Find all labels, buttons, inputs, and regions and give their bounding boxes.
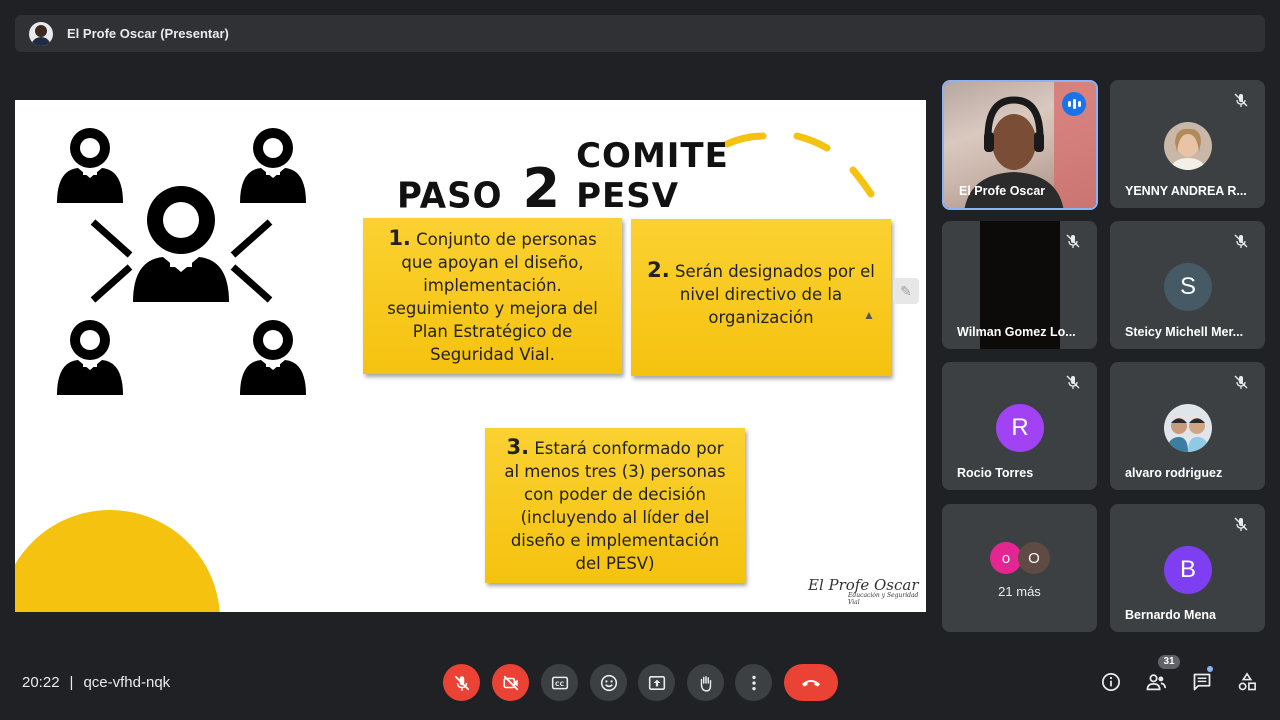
step-text: Serán designados por el nivel directivo … xyxy=(675,262,875,327)
participant-avatar: B xyxy=(1164,546,1212,594)
chat-button[interactable] xyxy=(1190,670,1214,694)
watermark-subtitle: Educación y Seguridad Vial xyxy=(848,592,919,606)
participant-tile[interactable]: R Rocio Torres xyxy=(942,362,1097,490)
mic-off-icon xyxy=(1234,93,1248,107)
presenter-title: El Profe Oscar (Presentar) xyxy=(67,26,229,41)
more-options-button[interactable] xyxy=(735,664,772,701)
participant-tile[interactable]: alvaro rodriguez xyxy=(1110,362,1265,490)
bottom-control-bar: 20:22 | qce-vfhd-nqk CC 31 xyxy=(0,655,1280,720)
reactions-button[interactable] xyxy=(590,664,627,701)
present-screen-button[interactable] xyxy=(638,664,675,701)
step-box-1: 1. Conjunto de personas que apoyan el di… xyxy=(363,218,622,374)
meeting-time: 20:22 xyxy=(22,674,60,691)
chat-icon xyxy=(1193,673,1211,691)
mic-toggle-button[interactable] xyxy=(443,664,480,701)
mic-off-icon xyxy=(1066,375,1080,389)
step-box-3: 3. Estará conformado por al menos tres (… xyxy=(485,428,745,583)
title-word-comite: COMITE PESV xyxy=(576,136,729,216)
watermark-logo: El Profe Oscar Educación y Seguridad Via… xyxy=(808,576,926,606)
participant-photo xyxy=(1164,404,1212,452)
info-icon xyxy=(1102,673,1120,691)
participant-name: Rocio Torres xyxy=(957,466,1034,480)
activities-button[interactable] xyxy=(1235,670,1259,694)
people-button[interactable] xyxy=(1144,670,1168,694)
raise-hand-button[interactable] xyxy=(687,664,724,701)
chat-notification-dot xyxy=(1207,666,1213,672)
more-vert-icon xyxy=(751,675,756,690)
participant-name: Steicy Michell Mer... xyxy=(1125,325,1244,339)
participant-tile[interactable]: B Bernardo Mena xyxy=(1110,504,1265,632)
people-icon xyxy=(1146,674,1167,691)
participant-name: El Profe Oscar xyxy=(959,184,1046,198)
people-count-badge: 31 xyxy=(1158,655,1180,669)
meeting-info: 20:22 | qce-vfhd-nqk xyxy=(22,674,170,691)
mic-off-icon xyxy=(454,675,469,691)
participant-tile[interactable]: Wilman Gomez Lo... xyxy=(942,221,1097,349)
participant-tile-active[interactable]: El Profe Oscar xyxy=(942,80,1098,210)
mic-off-icon xyxy=(1234,517,1248,531)
step-text: Conjunto de personas que apoyan el diseñ… xyxy=(387,229,598,364)
title-word-paso: PASO xyxy=(397,175,503,217)
more-participants-tile[interactable]: o O 21 más xyxy=(942,504,1097,632)
emoji-icon xyxy=(600,674,617,691)
participant-name: YENNY ANDREA R... xyxy=(1125,184,1247,198)
hang-up-icon xyxy=(802,679,820,686)
mini-avatar: O xyxy=(1018,542,1050,574)
participant-tile[interactable]: S Steicy Michell Mer... xyxy=(1110,221,1265,349)
mouse-cursor-icon: ▲ xyxy=(863,308,875,322)
more-participants-label: 21 más xyxy=(998,584,1041,599)
presenter-bar: El Profe Oscar (Presentar) xyxy=(15,15,1265,52)
participant-name: Wilman Gomez Lo... xyxy=(957,325,1076,339)
participant-photo xyxy=(1164,122,1212,170)
leave-call-button[interactable] xyxy=(784,664,838,701)
step-text: Estará conformado por al menos tres (3) … xyxy=(504,439,726,573)
meeting-details-button[interactable] xyxy=(1099,670,1123,694)
activities-icon xyxy=(1238,672,1256,691)
slide-title: PASO 2 COMITE PESV xyxy=(397,136,817,220)
more-avatars: o O xyxy=(990,542,1050,574)
speaking-indicator-icon xyxy=(1062,92,1086,116)
participant-name: Bernardo Mena xyxy=(1125,608,1216,622)
step-box-2: 2. Serán designados por el nivel directi… xyxy=(631,219,891,376)
meeting-code: qce-vfhd-nqk xyxy=(83,674,171,691)
step-number: 1. xyxy=(388,225,411,250)
participant-avatar: R xyxy=(996,404,1044,452)
mic-off-icon xyxy=(1234,234,1248,248)
step-number: 2. xyxy=(647,258,670,282)
participant-name: alvaro rodriguez xyxy=(1125,466,1223,480)
presenter-avatar xyxy=(29,21,53,46)
title-number: 2 xyxy=(522,157,561,220)
svg-text:CC: CC xyxy=(555,680,565,687)
shared-slide: PASO 2 COMITE PESV 1. Conjunto de person… xyxy=(15,100,926,612)
separator: | xyxy=(69,674,74,691)
captions-icon: CC xyxy=(551,676,568,689)
camera-off-icon xyxy=(502,675,518,690)
mic-off-icon xyxy=(1234,375,1248,389)
participant-avatar: S xyxy=(1164,263,1212,311)
camera-toggle-button[interactable] xyxy=(492,664,529,701)
participant-tile[interactable]: YENNY ANDREA R... xyxy=(1110,80,1265,208)
step-number: 3. xyxy=(506,435,530,459)
slide-expand-icon[interactable]: ✎ xyxy=(893,278,919,304)
captions-button[interactable]: CC xyxy=(541,664,578,701)
mic-off-icon xyxy=(1066,234,1080,248)
hand-icon xyxy=(700,675,711,692)
present-screen-icon xyxy=(648,675,665,690)
